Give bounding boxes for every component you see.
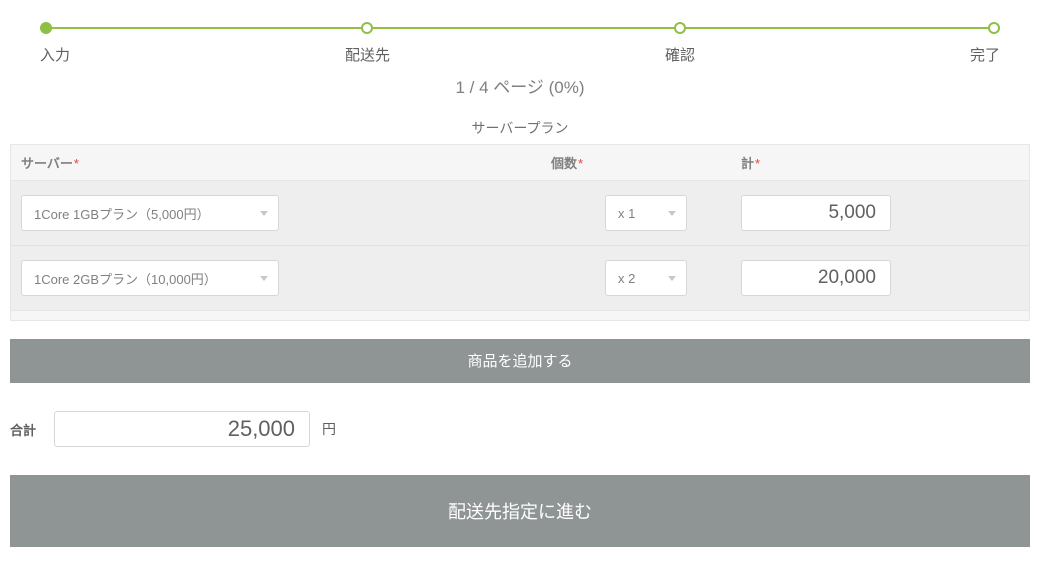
quantity-value: x 2 — [618, 271, 635, 286]
table-header: サーバー* 個数* 計* — [11, 145, 1029, 181]
chevron-down-icon — [668, 211, 676, 216]
table-row: 1Core 1GBプラン（5,000円） x 1 — [11, 181, 1029, 246]
server-plan-value: 1Core 2GBプラン（10,000円） — [34, 269, 217, 288]
col-header-subtotal-label: 計 — [741, 156, 754, 171]
quantity-select[interactable]: x 2 — [605, 260, 687, 296]
table-footer-strip — [10, 311, 1030, 321]
progress-step-label: 入力 — [40, 44, 70, 65]
progress-step-input: 入力 — [40, 22, 70, 65]
server-plan-value: 1Core 1GBプラン（5,000円） — [34, 204, 210, 223]
col-header-qty-label: 個数 — [551, 156, 577, 171]
page-indicator: 1 / 4 ページ (0%) — [10, 73, 1030, 98]
col-header-subtotal: 計* — [731, 145, 1029, 180]
progress-step-shipping: 配送先 — [345, 22, 390, 65]
progress-dot — [674, 22, 686, 34]
col-header-qty: 個数* — [541, 145, 731, 180]
chevron-down-icon — [260, 276, 268, 281]
total-row: 合計 円 — [10, 411, 1030, 447]
required-mark: * — [755, 156, 760, 171]
server-plan-select[interactable]: 1Core 2GBプラン（10,000円） — [21, 260, 279, 296]
server-plan-select[interactable]: 1Core 1GBプラン（5,000円） — [21, 195, 279, 231]
progress-dot — [988, 22, 1000, 34]
chevron-down-icon — [668, 276, 676, 281]
quantity-select[interactable]: x 1 — [605, 195, 687, 231]
required-mark: * — [74, 156, 79, 171]
chevron-down-icon — [260, 211, 268, 216]
subtotal-input[interactable] — [741, 260, 891, 296]
progress-bar: 入力 配送先 確認 完了 — [40, 22, 1000, 65]
progress-step-label: 配送先 — [345, 44, 390, 65]
section-title: サーバープラン — [10, 118, 1030, 138]
progress-dot — [40, 22, 52, 34]
required-mark: * — [578, 156, 583, 171]
plan-table: サーバー* 個数* 計* 1Core 1GBプラン（5,000円） x 1 — [10, 144, 1030, 311]
proceed-button[interactable]: 配送先指定に進む — [10, 475, 1030, 547]
table-row: 1Core 2GBプラン（10,000円） x 2 — [11, 246, 1029, 310]
total-unit: 円 — [322, 419, 336, 439]
progress-step-label: 確認 — [665, 44, 695, 65]
total-input[interactable] — [54, 411, 310, 447]
col-header-server-label: サーバー — [21, 156, 73, 171]
quantity-value: x 1 — [618, 206, 635, 221]
subtotal-input[interactable] — [741, 195, 891, 231]
progress-dot — [361, 22, 373, 34]
add-item-button[interactable]: 商品を追加する — [10, 339, 1030, 383]
total-label: 合計 — [10, 420, 36, 439]
col-header-server: サーバー* — [11, 145, 541, 180]
progress-step-done: 完了 — [970, 22, 1000, 65]
progress-step-label: 完了 — [970, 44, 1000, 65]
progress-step-confirm: 確認 — [665, 22, 695, 65]
